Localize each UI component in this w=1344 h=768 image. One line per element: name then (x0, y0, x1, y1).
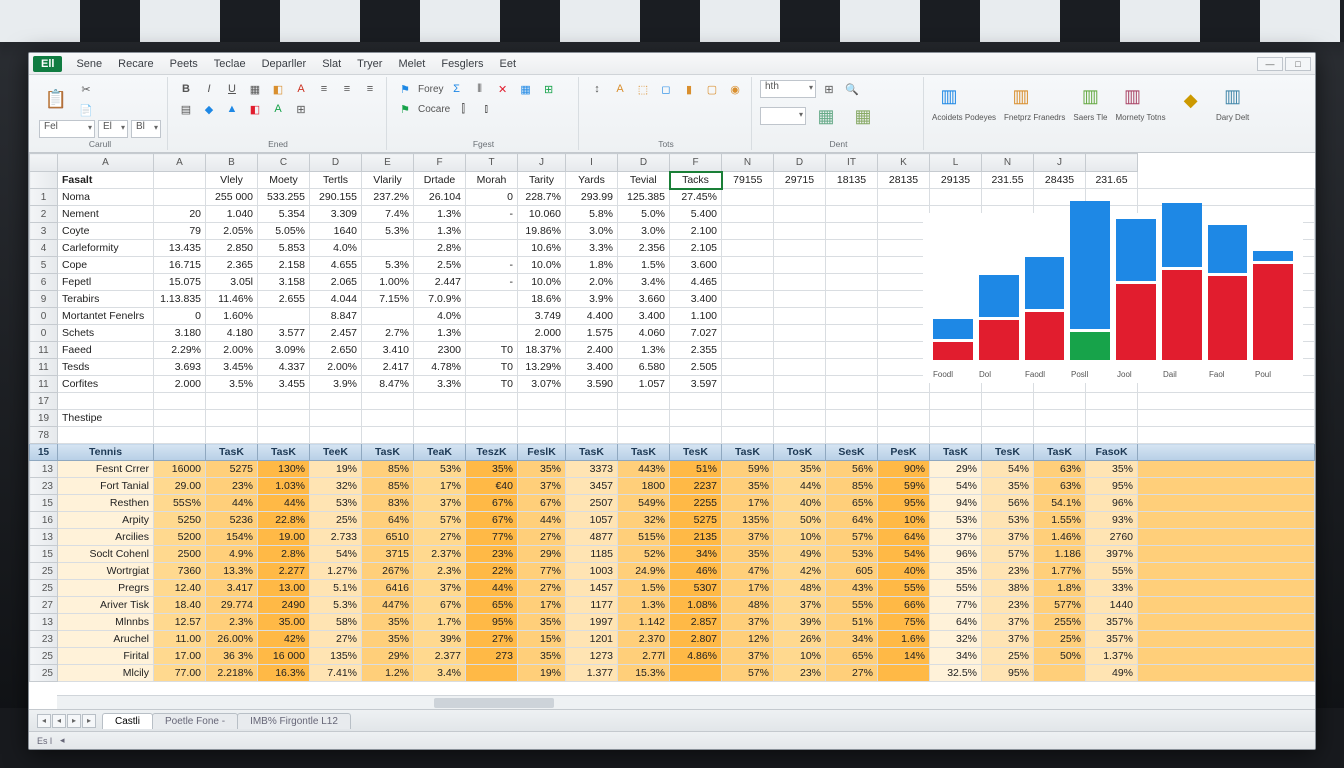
italic-button[interactable]: I (199, 79, 219, 99)
ribbon-label: Forey (418, 84, 444, 95)
misc-button[interactable]: ◧ (245, 99, 265, 119)
fill-button[interactable]: ◧ (268, 79, 288, 99)
btn-label: Acoidets Podeyes (932, 113, 996, 122)
menu-item[interactable]: Fesglers (433, 56, 491, 72)
sheet-tabs: ◂ ◂ ▸ ▸ Castli Poetle Fone - IMB% Firgon… (29, 709, 1315, 731)
dot-icon[interactable]: ◉ (725, 79, 745, 99)
nav-last[interactable]: ▸ (82, 714, 96, 728)
table-button[interactable]: ▦ (516, 79, 536, 99)
x-button[interactable]: ✕ (493, 79, 513, 99)
a-icon[interactable]: A (610, 79, 630, 99)
font-color-button[interactable]: A (291, 79, 311, 99)
big-btn[interactable]: ▥ (932, 79, 966, 113)
nav-next[interactable]: ▸ (67, 714, 81, 728)
cut-button[interactable]: ✂ (76, 79, 96, 99)
minimize-button[interactable]: — (1257, 57, 1283, 71)
sheet-tab[interactable]: Poetle Fone - (152, 713, 238, 729)
sheet-tab[interactable]: IMB% Firgontle L12 (237, 713, 351, 729)
nav-first[interactable]: ◂ (37, 714, 51, 728)
btn-label: Mornety Totns (1116, 113, 1166, 122)
menu-item[interactable]: Slat (314, 56, 349, 72)
num-select[interactable]: hth (760, 80, 816, 98)
big-btn[interactable]: ▥ (1073, 79, 1107, 113)
menu-item[interactable]: Peets (162, 56, 206, 72)
sort-icon[interactable]: ↕ (587, 79, 607, 99)
menu-item[interactable]: Teclae (206, 56, 254, 72)
shape-button[interactable]: ◆ (199, 99, 219, 119)
align-left-button[interactable]: ≡ (314, 79, 334, 99)
ribbon: 📋 ✂ 📄 Fel El Bl Carull B I U ▦ ◧ A ≡ (29, 75, 1315, 153)
menu-item[interactable]: Eet (492, 56, 525, 72)
btn-label: Fnetprz Franedrs (1004, 113, 1065, 122)
group-label: Carull (39, 139, 161, 150)
check-icon[interactable]: ⚑ (395, 99, 415, 119)
btn-label: Saers Tle (1073, 113, 1107, 122)
btn-label: Dary Delt (1216, 113, 1250, 122)
group-label: Tots (587, 139, 745, 150)
align-center-button[interactable]: ≡ (337, 79, 357, 99)
horizontal-scrollbar[interactable] (57, 695, 1315, 709)
bars-button[interactable]: ⫿ (453, 99, 473, 119)
menu-item[interactable]: Sene (68, 56, 110, 72)
big-btn[interactable]: ▥ (1004, 79, 1038, 113)
sort-button[interactable]: ▲ (222, 99, 242, 119)
ribbon-label: Cocare (418, 104, 450, 115)
bars2-button[interactable]: ⫾ (476, 99, 496, 119)
big-btn[interactable]: ◆ (1174, 84, 1208, 118)
file-tab[interactable]: Ell (33, 56, 62, 72)
copy-button[interactable]: 📄 (76, 100, 96, 120)
sheet-tab[interactable]: Castli (102, 713, 153, 729)
bold-button[interactable]: B (176, 79, 196, 99)
sq-icon[interactable]: ◻ (656, 79, 676, 99)
insert-button[interactable]: ⊞ (539, 79, 559, 99)
align-right-button[interactable]: ≡ (360, 79, 380, 99)
status-text: Es l (37, 736, 52, 746)
font-select[interactable]: Fel (39, 120, 95, 138)
misc-button[interactable]: ⊞ (291, 99, 311, 119)
desoll-button[interactable]: ▦ (809, 99, 843, 133)
excel-window: Ell Sene Recare Peets Teclae Deparller S… (28, 52, 1316, 750)
size2-select[interactable]: Bl (131, 120, 161, 138)
bar-icon[interactable]: ▮ (679, 79, 699, 99)
menu-item[interactable]: Deparller (254, 56, 315, 72)
flag-icon[interactable]: ⚑ (395, 79, 415, 99)
col-button[interactable]: ⫴ (470, 79, 490, 99)
size-select[interactable]: El (98, 120, 128, 138)
paste-button[interactable]: 📋 (39, 83, 73, 117)
menubar: Ell Sene Recare Peets Teclae Deparller S… (29, 53, 1315, 75)
sq2-icon[interactable]: ▢ (702, 79, 722, 99)
group-label: Dent (760, 139, 917, 150)
grid-button[interactable]: ▤ (176, 99, 196, 119)
sum-button[interactable]: Σ (447, 79, 467, 99)
status-nav[interactable]: ◂ (60, 735, 65, 746)
misc-button[interactable]: A (268, 99, 288, 119)
big-btn[interactable]: ▥ (1216, 79, 1250, 113)
group-label: Fgest (395, 139, 572, 150)
suitet-button[interactable]: ▦ (846, 99, 880, 133)
underline-button[interactable]: U (222, 79, 242, 99)
grid-icon[interactable]: ⊞ (819, 79, 839, 99)
maximize-button[interactable]: □ (1285, 57, 1311, 71)
status-bar: Es l ◂ (29, 731, 1315, 749)
menu-item[interactable]: Tryer (349, 56, 390, 72)
big-btn[interactable]: ▥ (1116, 79, 1150, 113)
spreadsheet-grid[interactable]: AABCDEFTJIDFNDITKLNJFasaltVlelyMoetyTert… (29, 153, 1315, 709)
nav-prev[interactable]: ◂ (52, 714, 66, 728)
group-label: Ened (176, 139, 380, 150)
search-icon[interactable]: 🔍 (842, 79, 862, 99)
sel2[interactable] (760, 107, 806, 125)
menu-item[interactable]: Recare (110, 56, 161, 72)
box-icon[interactable]: ⬚ (633, 79, 653, 99)
border-button[interactable]: ▦ (245, 79, 265, 99)
menu-item[interactable]: Melet (390, 56, 433, 72)
